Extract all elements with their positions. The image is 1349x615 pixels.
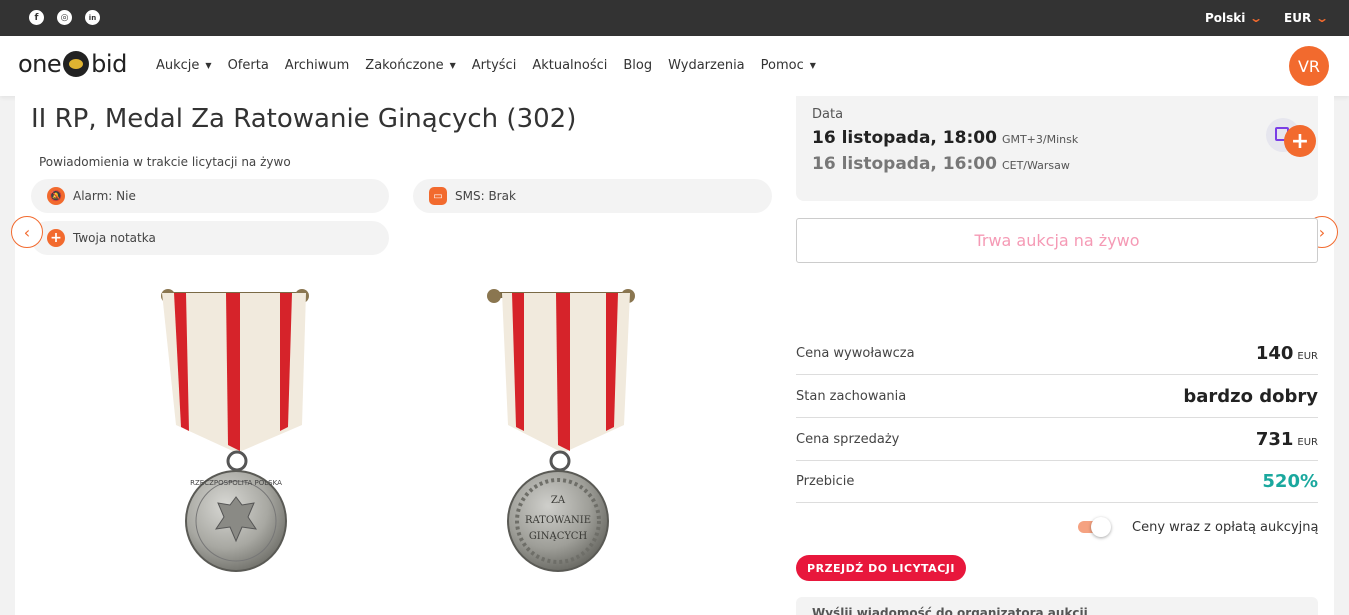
facebook-icon[interactable]: f <box>29 10 44 25</box>
linkedin-icon[interactable]: in <box>85 10 100 25</box>
chevron-left-icon: ‹ <box>23 222 31 242</box>
date-primary-value: 16 listopada, 18:00 <box>812 128 997 148</box>
detail-value: bardzo dobry <box>1183 385 1318 407</box>
medal-front-image[interactable]: RZECZPOSPOLITA POLSKA <box>152 285 322 577</box>
user-avatar[interactable]: VR <box>1289 46 1329 86</box>
nav-item-aktualnosci[interactable]: Aktualności <box>532 58 607 73</box>
caret-down-icon: ▼ <box>449 61 456 70</box>
notifications-label: Powiadomienia w trakcie licytacji na żyw… <box>39 155 291 169</box>
nav-item-wydarzenia[interactable]: Wydarzenia <box>668 58 745 73</box>
chevron-down-icon: ⌄ <box>1315 11 1330 25</box>
lot-title: II RP, Medal Za Ratowanie Ginących (302) <box>31 104 577 134</box>
logo-text-left: one <box>18 50 62 78</box>
date-secondary-timezone: CET/Warsaw <box>1001 159 1070 172</box>
message-icon: ▭ <box>429 187 447 205</box>
detail-label: Cena wywoławcza <box>796 345 915 361</box>
detail-label: Stan zachowania <box>796 388 907 404</box>
detail-label: Cena sprzedaży <box>796 431 900 447</box>
nav-item-blog[interactable]: Blog <box>623 58 652 73</box>
logo-text-right: bid <box>91 50 127 78</box>
medal-back-line3: GINĄCYCH <box>529 531 588 542</box>
top-bar: f ◎ in Polski ⌄ EUR ⌄ <box>0 0 1349 36</box>
currency-label: EUR <box>1284 11 1312 25</box>
medal-back-line1: ZA <box>551 495 566 506</box>
detail-value: 731 EUR <box>1255 428 1318 450</box>
language-select[interactable]: Polski ⌄ <box>1205 11 1264 25</box>
detail-row-sale-price: Cena sprzedaży 731 EUR <box>796 418 1318 461</box>
date-secondary: 16 listopada, 16:00 CET/Warsaw <box>812 154 1070 174</box>
language-label: Polski <box>1205 11 1246 25</box>
alarm-label: Alarm: Nie <box>73 189 136 203</box>
medal-back-line2: RATOWANIE <box>525 515 591 526</box>
alarm-toggle[interactable]: 🔕 Alarm: Nie <box>31 179 389 213</box>
detail-value: 520% <box>1262 470 1318 492</box>
sms-label: SMS: Brak <box>455 189 516 203</box>
nav-item-pomoc[interactable]: Pomoc ▼ <box>761 58 816 73</box>
nav-item-archiwum[interactable]: Archiwum <box>285 58 350 73</box>
onebid-logo[interactable]: one bid <box>18 50 127 78</box>
medal-front-legend: RZECZPOSPOLITA POLSKA <box>190 479 282 487</box>
nav-item-oferta[interactable]: Oferta <box>228 58 269 73</box>
detail-row-starting-price: Cena wywoławcza 140 EUR <box>796 332 1318 375</box>
detail-label: Przebicie <box>796 473 855 489</box>
detail-value: 140 EUR <box>1255 342 1318 364</box>
nav-item-aukcje[interactable]: Aukcje ▼ <box>156 58 212 73</box>
plus-icon: + <box>1284 125 1316 157</box>
medal-back-image[interactable]: ZA RATOWANIE GINĄCYCH <box>478 285 648 577</box>
date-primary: 16 listopada, 18:00 GMT+3/Minsk <box>812 128 1078 148</box>
add-to-calendar-button[interactable]: + <box>1266 116 1316 157</box>
nav-menu: Aukcje ▼ Oferta Archiwum Zakończone ▼ Arty… <box>156 58 816 73</box>
go-to-bidding-button[interactable]: PRZEJDŹ DO LICYTACJI <box>796 555 966 581</box>
message-organizer-box[interactable]: Wyślij wiadomość do organizatora aukcji <box>796 597 1318 615</box>
nav-item-zakonczone[interactable]: Zakończone ▼ <box>365 58 455 73</box>
live-auction-button[interactable]: Trwa aukcja na żywo <box>796 218 1318 263</box>
chevron-right-icon: › <box>1318 222 1326 242</box>
detail-row-overbid: Przebicie 520% <box>796 460 1318 503</box>
date-primary-timezone: GMT+3/Minsk <box>1001 133 1079 146</box>
main-navbar: one bid Aukcje ▼ Oferta Archiwum Zakończo… <box>0 36 1349 96</box>
date-secondary-value: 16 listopada, 16:00 <box>812 154 997 174</box>
caret-down-icon: ▼ <box>809 61 816 70</box>
currency-select[interactable]: EUR ⌄ <box>1284 11 1330 25</box>
caret-down-icon: ▼ <box>205 61 212 70</box>
note-label: Twoja notatka <box>73 231 156 245</box>
detail-row-condition: Stan zachowania bardzo dobry <box>796 375 1318 418</box>
logo-icon <box>63 51 90 77</box>
note-button[interactable]: + Twoja notatka <box>31 221 389 255</box>
plus-icon: + <box>47 229 65 247</box>
sms-toggle[interactable]: ▭ SMS: Brak <box>413 179 772 213</box>
instagram-icon[interactable]: ◎ <box>57 10 72 25</box>
prev-lot-button[interactable]: ‹ <box>11 216 43 248</box>
auction-date-box: Data 16 listopada, 18:00 GMT+3/Minsk 16 … <box>796 96 1318 201</box>
nav-item-artysci[interactable]: Artyści <box>472 58 517 73</box>
date-label: Data <box>812 107 844 122</box>
fee-toggle[interactable] <box>1078 517 1112 537</box>
bell-off-icon: 🔕 <box>47 187 65 205</box>
fee-toggle-label: Ceny wraz z opłatą aukcyjną <box>1132 520 1319 535</box>
chevron-down-icon: ⌄ <box>1249 11 1264 25</box>
